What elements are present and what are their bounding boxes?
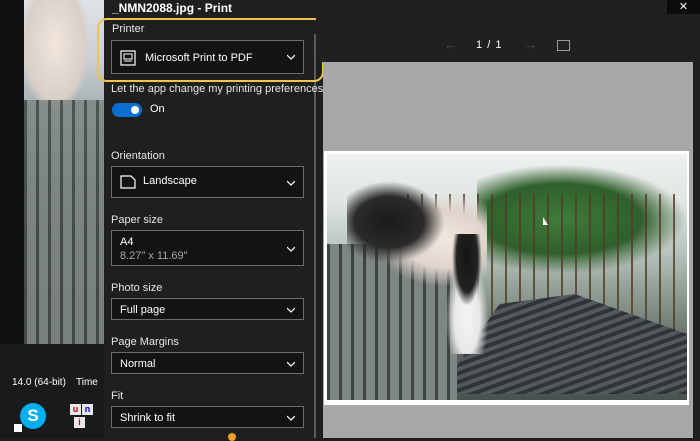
page-margins-value: Normal bbox=[120, 358, 156, 370]
chevron-down-icon bbox=[287, 415, 295, 423]
page-total: 1 bbox=[495, 39, 503, 51]
slider-thumb[interactable] bbox=[228, 433, 236, 441]
fit-select[interactable]: Shrink to fit bbox=[111, 406, 304, 428]
preferences-label: Let the app change my printing preferenc… bbox=[111, 83, 324, 95]
preview-toolbar bbox=[316, 0, 700, 62]
unikey-letter: u bbox=[70, 404, 81, 415]
close-button[interactable]: ✕ bbox=[667, 0, 700, 14]
unikey-icon[interactable]: u n i bbox=[68, 404, 98, 432]
chevron-down-icon bbox=[287, 246, 295, 254]
background-person bbox=[20, 0, 90, 110]
paper-size-detail: 8.27" x 11.69" bbox=[120, 250, 188, 262]
background-photo bbox=[0, 0, 104, 344]
photo-girl bbox=[437, 234, 497, 354]
page-landscape-icon bbox=[120, 175, 136, 194]
preview-photo bbox=[327, 154, 687, 400]
preferences-toggle[interactable] bbox=[112, 103, 142, 117]
fit-label: Fit bbox=[111, 390, 124, 402]
orientation-value: Landscape bbox=[143, 175, 197, 187]
background-railing bbox=[24, 100, 104, 344]
page-indicator: 1 / 1 bbox=[476, 39, 502, 51]
photo-size-value: Full page bbox=[120, 304, 166, 316]
chevron-down-icon bbox=[287, 180, 295, 188]
background-shadow bbox=[0, 0, 24, 344]
orientation-label: Orientation bbox=[111, 150, 165, 162]
paper-size-value: A4 bbox=[120, 236, 134, 248]
chevron-down-icon bbox=[287, 307, 295, 315]
version-text: 14.0 (64-bit) bbox=[12, 377, 66, 388]
chevron-down-icon bbox=[287, 361, 295, 369]
printer-highlight bbox=[97, 18, 324, 82]
photo-size-select[interactable]: Full page bbox=[111, 298, 304, 320]
next-page-button[interactable]: → bbox=[524, 37, 537, 52]
skype-icon[interactable]: S bbox=[20, 403, 46, 429]
unikey-letter: n bbox=[82, 404, 93, 415]
shortcut-arrow-icon bbox=[14, 424, 22, 432]
page-separator: / bbox=[487, 39, 492, 51]
orientation-select[interactable]: Landscape bbox=[111, 166, 304, 198]
paper-size-select[interactable]: A4 8.27" x 11.69" bbox=[111, 230, 304, 266]
paper-size-label: Paper size bbox=[111, 214, 163, 226]
time-text: Time bbox=[76, 377, 98, 388]
prev-page-button[interactable]: ← bbox=[444, 37, 457, 52]
photo-size-label: Photo size bbox=[111, 282, 163, 294]
page-margins-label: Page Margins bbox=[111, 336, 179, 348]
mouse-cursor-icon bbox=[543, 217, 548, 225]
page-margins-select[interactable]: Normal bbox=[111, 352, 304, 374]
unikey-letter: i bbox=[74, 417, 85, 428]
fit-to-window-icon[interactable] bbox=[557, 40, 570, 51]
page-current: 1 bbox=[476, 39, 484, 51]
preferences-toggle-state: On bbox=[150, 103, 165, 115]
fit-value: Shrink to fit bbox=[120, 412, 176, 424]
window-title: _NMN2088.jpg - Print bbox=[112, 1, 233, 15]
